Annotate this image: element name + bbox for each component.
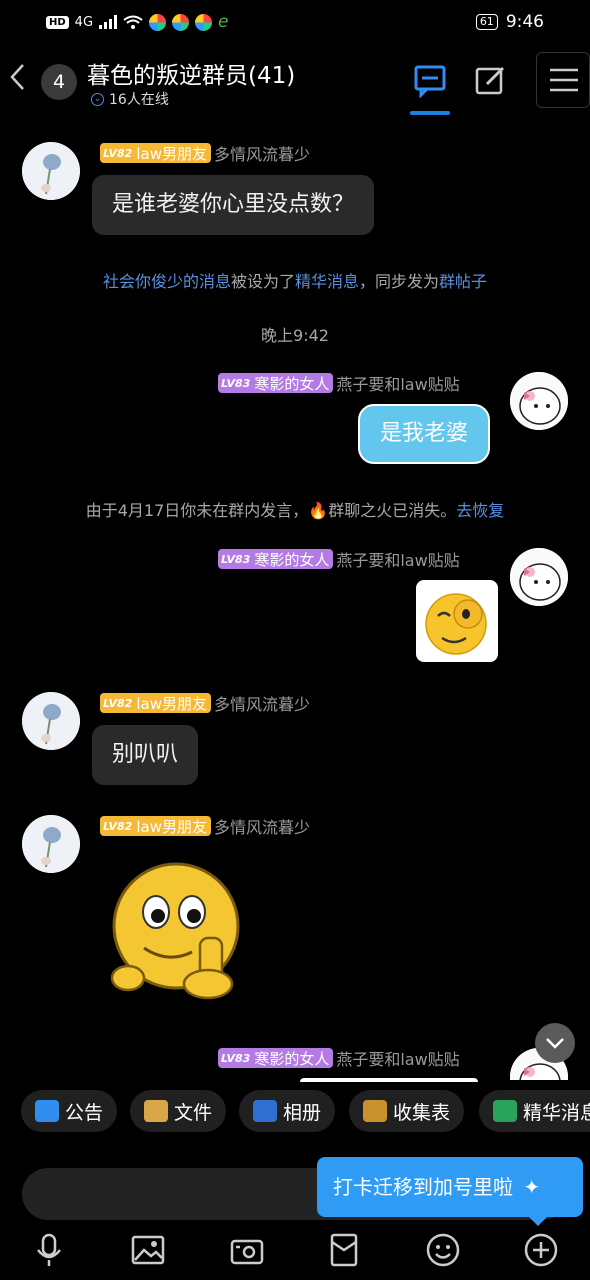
chat-bubble-icon[interactable] [412,62,448,98]
image-icon[interactable] [130,1232,166,1268]
clipboard-icon [363,1100,387,1122]
sender-link[interactable]: 社会你俊少的消息 [103,272,231,291]
level-badge: LV83 寒影的女人 [218,1048,334,1068]
essence-chip[interactable]: 精华消息 [479,1090,590,1132]
chevron-down-icon: ⌄ [91,92,104,106]
battery-icon: 61 [475,14,498,30]
sender-nickname[interactable]: 多情风流暮少 [214,691,310,715]
restore-link[interactable]: 去恢复 [456,501,504,520]
signal-icon [99,15,118,29]
message-bubble[interactable]: 是谁老婆你心里没点数？ [92,175,375,235]
avatar[interactable] [510,548,568,606]
rose-avatar-icon [22,692,80,750]
back-icon[interactable] [8,62,32,92]
browser-icon: e [218,12,229,32]
cartoon-avatar-icon [510,548,568,606]
rose-avatar-icon [22,142,80,200]
hd-indicator: HD [46,15,69,29]
system-notice: 由于4月17日你未在群内发言，🔥群聊之火已消失。去恢复 [85,501,505,520]
timestamp: 晚上9:42 [261,326,329,345]
tab-active-indicator [410,111,450,115]
sender-meta: LV82 law男朋友 多情风流暮少 [100,814,310,838]
wifi-icon [123,15,143,29]
avatar[interactable] [22,815,80,873]
scroll-down-button[interactable] [535,1023,575,1063]
avatar[interactable] [22,142,80,200]
level-badge: LV83 寒影的女人 [218,549,334,569]
sender-nickname[interactable]: 多情风流暮少 [214,814,310,838]
sender-meta: LV82 law男朋友 多情风流暮少 [100,141,310,165]
sparkle-icon: ✦ [523,1175,541,1199]
tooltip-tail [528,1216,548,1226]
files-chip[interactable]: 文件 [130,1090,227,1132]
album-icon [253,1100,277,1122]
app-notification-icon [195,13,213,31]
camera-icon[interactable] [229,1232,265,1268]
cartoon-avatar-icon [510,372,568,430]
avatar[interactable] [510,372,568,430]
sender-nickname[interactable]: 燕子要和law贴贴 [336,547,459,571]
system-notice: 社会你俊少的消息被设为了精华消息，同步发为群帖子 [102,272,488,291]
announcement-icon [35,1100,59,1122]
menu-button[interactable] [536,52,590,108]
message-bubble[interactable]: 是我老婆 [358,404,491,464]
edit-post-icon[interactable] [473,62,509,98]
level-badge: LV83 寒影的女人 [218,373,334,393]
tooltip[interactable]: 打卡迁移到加号里啦 ✦ [317,1157,583,1217]
app-notification-icon [149,13,167,31]
essence-link[interactable]: 精华消息 [295,272,359,291]
sender-meta: LV83 寒影的女人 燕子要和law贴贴 [218,547,460,571]
level-badge: LV82 law男朋友 [100,816,211,836]
rose-avatar-icon [22,815,80,873]
microphone-icon[interactable] [31,1232,67,1268]
level-badge: LV82 law男朋友 [100,693,211,713]
avatar[interactable] [22,692,80,750]
sender-nickname[interactable]: 多情风流暮少 [214,141,310,165]
group-post-link[interactable]: 群帖子 [439,272,487,291]
form-chip[interactable]: 收集表 [349,1090,465,1132]
fire-icon: 🔥 [308,501,329,520]
sender-nickname[interactable]: 燕子要和law贴贴 [336,1046,459,1070]
sticker-message[interactable] [416,580,498,662]
message-bubble-partial[interactable] [300,1078,478,1082]
menu-icon [550,68,578,92]
folder-icon [144,1100,168,1122]
page-title[interactable]: 暮色的叛逆群员(41) [87,56,295,90]
announcement-chip[interactable]: 公告 [21,1090,118,1132]
chevron-down-icon [546,1038,564,1049]
app-notification-icon [172,13,190,31]
emoji-icon[interactable] [425,1232,461,1268]
essence-icon [493,1100,517,1122]
sender-meta: LV82 law男朋友 多情风流暮少 [100,691,310,715]
sender-meta: LV83 寒影的女人 燕子要和law贴贴 [218,1046,460,1070]
clock: 9:46 [505,12,544,32]
sender-meta: LV83 寒影的女人 燕子要和law贴贴 [218,371,460,395]
online-status[interactable]: ⌄ 16人在线 [91,89,169,109]
status-bar: HD 4G e 61 9:46 [0,0,590,44]
wink-emoji-icon [425,593,487,655]
album-chip[interactable]: 相册 [239,1090,336,1132]
sender-nickname[interactable]: 燕子要和law贴贴 [336,371,459,395]
online-count: 16人在线 [109,92,169,108]
smiley-middle-finger-icon [110,862,240,1000]
sticker-message[interactable] [108,860,250,1002]
message-bubble[interactable]: 别叭叭 [92,725,199,785]
red-packet-icon[interactable] [326,1232,362,1268]
network-indicator: 4G [74,14,94,30]
plus-icon[interactable] [523,1232,559,1268]
unread-count-badge[interactable]: 4 [41,64,77,100]
level-badge: LV82 law男朋友 [100,143,211,163]
